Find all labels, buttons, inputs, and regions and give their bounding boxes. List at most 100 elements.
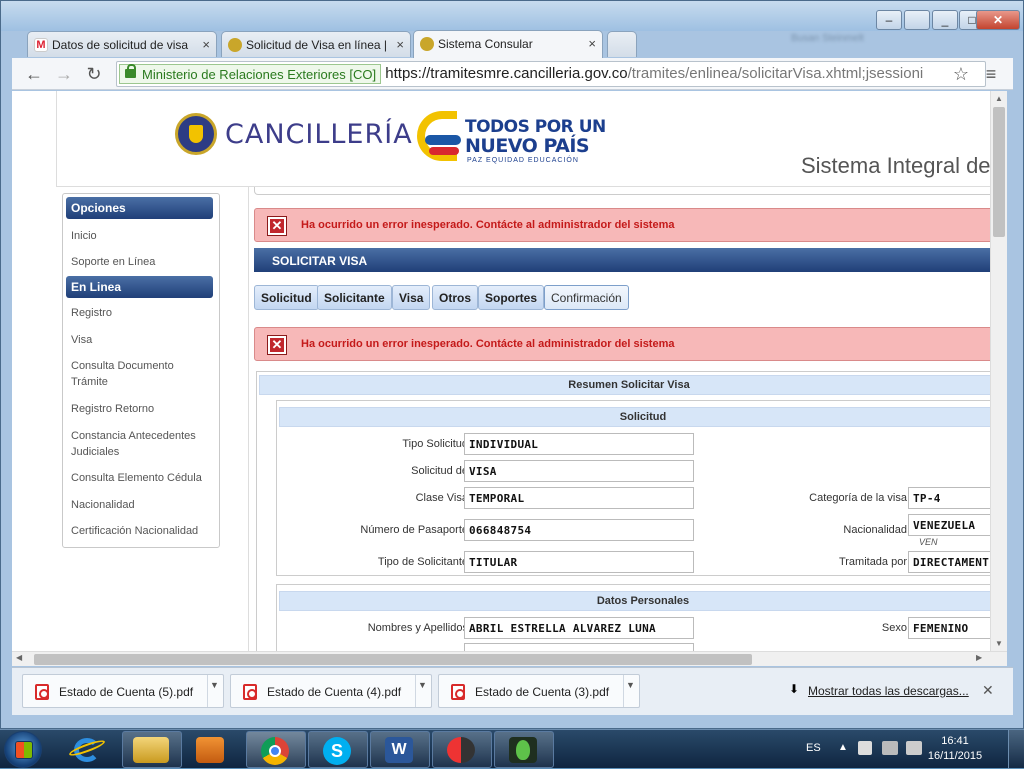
- sidebar-item-constancia[interactable]: Constancia Antecedentes Judiciales: [71, 428, 211, 460]
- explorer-taskbar-button[interactable]: [122, 731, 182, 768]
- error-text: Ha ocurrido un error inesperado. Contáct…: [301, 219, 675, 231]
- close-icon[interactable]: ×: [588, 36, 596, 51]
- tab-otros[interactable]: Otros: [432, 285, 479, 310]
- seal-icon: [228, 38, 242, 52]
- error-text: Ha ocurrido un error inesperado. Contáct…: [301, 338, 675, 350]
- nombres-field[interactable]: ABRIL ESTRELLA ALVAREZ LUNA: [464, 617, 694, 639]
- reload-icon[interactable]: ↻: [82, 62, 106, 86]
- close-window-button[interactable]: ✕: [976, 10, 1020, 30]
- tab-label: Datos de solicitud de visa: [52, 38, 189, 52]
- categoria-field[interactable]: TP-4: [908, 487, 990, 509]
- slogan-sub: PAZ EQUIDAD EDUCACIÓN: [467, 157, 579, 164]
- show-desktop-button[interactable]: [1008, 730, 1024, 769]
- tab-sistema-consular[interactable]: Sistema Consular ×: [413, 30, 603, 58]
- tramitada-field[interactable]: DIRECTAMENT: [908, 551, 990, 573]
- folder-icon: [133, 737, 169, 763]
- pasaporte-field[interactable]: 066848754: [464, 519, 694, 541]
- user-button[interactable]: [904, 10, 930, 30]
- sidebar-item-certificacion[interactable]: Certificación Nacionalidad: [71, 523, 211, 539]
- word-icon: W: [385, 737, 413, 763]
- language-indicator[interactable]: ES: [806, 742, 821, 754]
- url-path: /tramites/enlinea/solicitarVisa.xhtml;js…: [627, 65, 924, 82]
- sidebar-section-opciones: Opciones: [66, 197, 213, 219]
- horizontal-scroll-thumb[interactable]: [34, 654, 752, 665]
- app-taskbar-button[interactable]: [432, 731, 492, 768]
- sidebar-item-consulta-cedula[interactable]: Consulta Elemento Cédula: [71, 470, 211, 486]
- sidebar-item-registro[interactable]: Registro: [71, 305, 211, 321]
- menu-icon[interactable]: ≡: [979, 62, 1003, 86]
- tab-label: Solicitud de Visa en línea |: [246, 38, 387, 52]
- sidebar-item-nacionalidad[interactable]: Nacionalidad: [71, 497, 211, 513]
- download-name: Estado de Cuenta (5).pdf: [59, 685, 194, 699]
- download-arrow-icon: ⬇: [789, 682, 800, 696]
- tipo-solicitante-field[interactable]: TITULAR: [464, 551, 694, 573]
- tab-solicitud-visa[interactable]: Solicitud de Visa en línea | ×: [221, 31, 411, 57]
- word-taskbar-button[interactable]: W: [370, 731, 430, 768]
- secure-badge[interactable]: Ministerio de Relaciones Exteriores [CO]: [119, 64, 382, 84]
- chrome-taskbar-button[interactable]: [246, 731, 306, 768]
- tab-solicitud[interactable]: Solicitud: [254, 285, 319, 310]
- error-message: ✕ Ha ocurrido un error inesperado. Contá…: [254, 327, 990, 361]
- volume-icon[interactable]: [906, 741, 922, 755]
- alien-taskbar-button[interactable]: [494, 731, 554, 768]
- tab-datos-solicitud[interactable]: M Datos de solicitud de visa ×: [27, 31, 217, 57]
- horizontal-scrollbar[interactable]: ◀ ▶: [12, 651, 1007, 666]
- todos-por-un-nuevo-pais-logo: [417, 99, 467, 169]
- chrome-icon: [261, 737, 289, 765]
- browser-window: M Datos de solicitud de visa × Solicitud…: [0, 0, 1024, 729]
- next-field[interactable]: [464, 643, 694, 651]
- sidebar-item-registro-retorno[interactable]: Registro Retorno: [71, 401, 211, 417]
- summary-title: Resumen Solicitar Visa: [259, 375, 990, 395]
- sidebar-item-inicio[interactable]: Inicio: [71, 228, 211, 244]
- sidebar-item-consulta-documento[interactable]: Consulta Documento Trámite: [71, 358, 191, 390]
- show-all-downloads-link[interactable]: Mostrar todas las descargas...: [808, 684, 969, 698]
- close-icon[interactable]: ×: [202, 37, 210, 52]
- tab-visa[interactable]: Visa: [392, 285, 431, 310]
- new-tab-button[interactable]: [607, 31, 637, 57]
- clase-visa-field[interactable]: TEMPORAL: [464, 487, 694, 509]
- skype-taskbar-button[interactable]: S: [308, 731, 368, 768]
- address-bar[interactable]: Ministerio de Relaciones Exteriores [CO]…: [116, 61, 986, 87]
- gmail-icon: M: [34, 38, 48, 52]
- tab-soportes[interactable]: Soportes: [478, 285, 545, 310]
- slogan-line2: NUEVO PAÍS: [465, 135, 590, 157]
- sexo-field[interactable]: FEMENINO: [908, 617, 990, 639]
- chevron-down-icon[interactable]: ▼: [207, 675, 221, 707]
- minimize-window-button[interactable]: _: [932, 10, 958, 30]
- vertical-scroll-thumb[interactable]: [993, 107, 1005, 237]
- clock-time: 16:41: [941, 735, 969, 747]
- pdf-icon: [243, 684, 257, 700]
- network-icon[interactable]: [882, 741, 898, 755]
- back-icon[interactable]: ←: [22, 62, 46, 86]
- nacionalidad-field[interactable]: VENEZUELA: [908, 514, 990, 536]
- main-content: ✕ Ha ocurrido un error inesperado. Contá…: [248, 187, 990, 651]
- internet-explorer-icon[interactable]: [67, 736, 107, 764]
- chevron-down-icon[interactable]: ▼: [415, 675, 429, 707]
- download-item[interactable]: Estado de Cuenta (5).pdf ▼: [22, 674, 224, 708]
- bookmark-star-icon[interactable]: ☆: [949, 62, 973, 86]
- minimize-button[interactable]: –: [876, 10, 902, 30]
- solicitud-de-field[interactable]: VISA: [464, 460, 694, 482]
- media-player-icon[interactable]: [196, 737, 224, 763]
- show-hidden-icons[interactable]: ▲: [838, 742, 848, 753]
- download-item[interactable]: Estado de Cuenta (4).pdf ▼: [230, 674, 432, 708]
- tab-confirmacion[interactable]: Confirmación: [544, 285, 629, 310]
- forward-icon[interactable]: →: [52, 62, 76, 86]
- flag-icon[interactable]: [858, 741, 872, 755]
- nacionalidad-code: VEN: [919, 537, 938, 547]
- sidebar-item-visa[interactable]: Visa: [71, 332, 211, 348]
- pasaporte-label: Número de Pasaporte: [360, 524, 468, 536]
- chevron-down-icon[interactable]: ▼: [623, 675, 637, 707]
- vertical-scrollbar[interactable]: ▲ ▼: [990, 91, 1007, 651]
- tab-solicitante[interactable]: Solicitante: [317, 285, 392, 310]
- tipo-solicitud-field[interactable]: INDIVIDUAL: [464, 433, 694, 455]
- download-item[interactable]: Estado de Cuenta (3).pdf ▼: [438, 674, 640, 708]
- close-icon[interactable]: ×: [396, 37, 404, 52]
- summary-panel: Resumen Solicitar Visa Solicitud Tipo So…: [256, 371, 990, 651]
- sidebar-item-soporte[interactable]: Soporte en Línea: [71, 254, 211, 270]
- close-icon[interactable]: ✕: [982, 682, 994, 699]
- clock[interactable]: 16:41 16/11/2015: [924, 734, 986, 764]
- start-button[interactable]: [4, 731, 42, 768]
- system-title: Sistema Integral de T: [801, 153, 990, 178]
- tipo-solicitud-label: Tipo Solicitud: [402, 438, 468, 450]
